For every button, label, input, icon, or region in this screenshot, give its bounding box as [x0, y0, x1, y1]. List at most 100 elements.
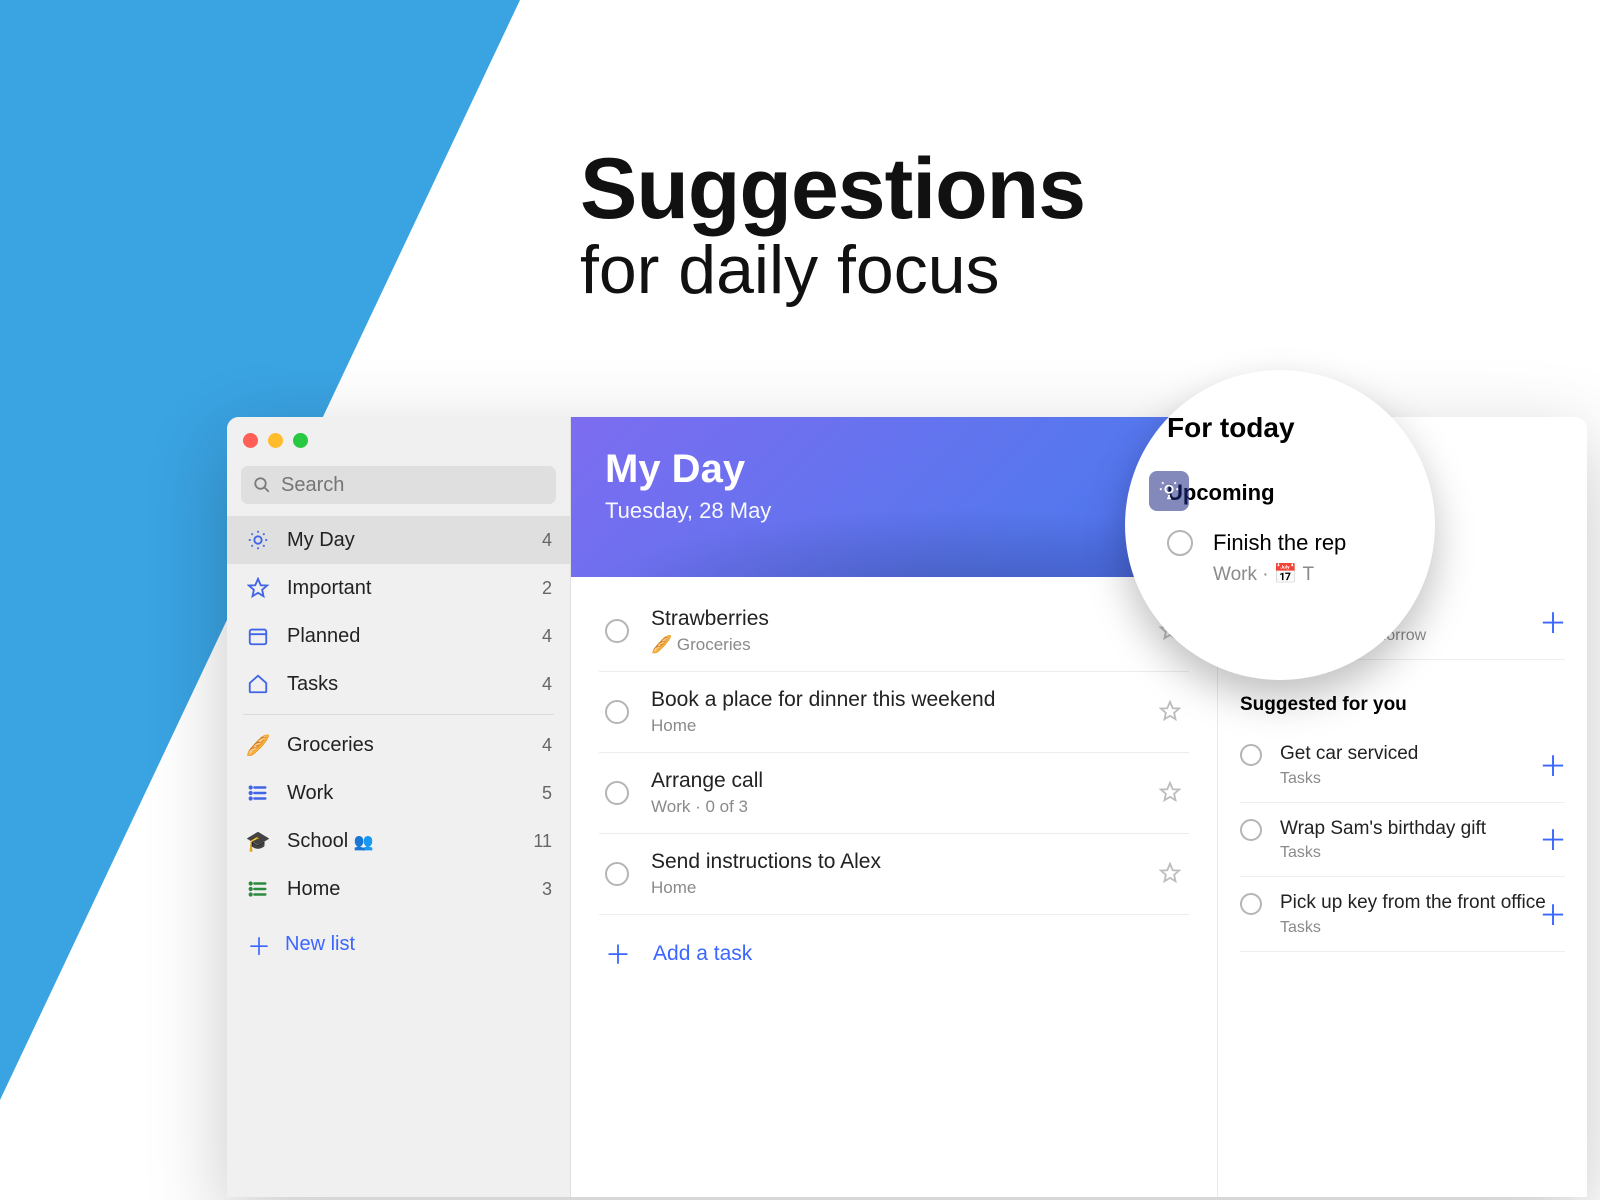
sidebar-item-count: 4 — [542, 530, 552, 551]
sidebar-item-count: 11 — [533, 831, 552, 852]
header: My Day Tuesday, 28 May — [571, 417, 1217, 577]
sidebar-item-label: Tasks — [287, 673, 542, 696]
sidebar-item-label: Important — [287, 577, 542, 600]
page-title: My Day — [605, 447, 1183, 492]
task-checkbox — [1167, 530, 1193, 556]
task-title: Arrange call — [651, 769, 1159, 793]
smart-lists: My Day 4 Important 2 Planned 4 — [227, 516, 570, 913]
task-checkbox[interactable] — [1240, 893, 1262, 915]
sidebar-item-count: 4 — [542, 626, 552, 647]
add-task-label: Add a task — [653, 942, 752, 966]
close-icon[interactable] — [243, 433, 258, 448]
sidebar-item-tasks[interactable]: Tasks 4 — [227, 660, 570, 708]
suggestion-row[interactable]: Wrap Sam's birthday gift Tasks ＋ — [1240, 803, 1565, 878]
sidebar-item-planned[interactable]: Planned 4 — [227, 612, 570, 660]
graduation-emoji-icon: 🎓 — [245, 828, 271, 854]
bubble-section: Upcoming — [1167, 480, 1405, 506]
task-checkbox[interactable] — [605, 700, 629, 724]
new-list-label: New list — [285, 933, 355, 956]
suggestion-row[interactable]: Get car serviced Tasks ＋ — [1240, 728, 1565, 803]
suggestions-button[interactable] — [1149, 471, 1189, 511]
suggestion-row[interactable]: Pick up key from the front office Tasks … — [1240, 877, 1565, 952]
task-checkbox[interactable] — [605, 781, 629, 805]
sidebar-item-groceries[interactable]: 🥖 Groceries 4 — [227, 721, 570, 769]
shared-icon: 👥 — [354, 834, 374, 851]
task-checkbox[interactable] — [1240, 744, 1262, 766]
sidebar-item-work[interactable]: Work 5 — [227, 769, 570, 817]
star-icon[interactable] — [1159, 781, 1183, 805]
bubble-title: For today — [1167, 412, 1405, 444]
plus-icon[interactable]: ＋ — [1539, 894, 1567, 934]
new-list-button[interactable]: ＋ New list — [227, 913, 570, 976]
task-sublabel: Home — [651, 878, 1159, 898]
minimize-icon[interactable] — [268, 433, 283, 448]
sun-icon — [245, 527, 271, 553]
magnified-suggestions: For today Upcoming Finish the rep Work ·… — [1125, 370, 1435, 680]
sidebar-item-count: 5 — [542, 783, 552, 804]
bubble-item-sub: Work · 📅 T — [1213, 562, 1346, 586]
hero-text: Suggestions for daily focus — [580, 140, 1085, 309]
bubble-item-title: Finish the rep — [1213, 530, 1346, 556]
sidebar-item-count: 4 — [542, 735, 552, 756]
search-input[interactable] — [281, 474, 546, 497]
main-area: My Day Tuesday, 28 May Strawberries 🥖 Gr… — [571, 417, 1217, 1197]
star-icon — [245, 575, 271, 601]
task-title: Send instructions to Alex — [651, 850, 1159, 874]
sidebar-item-home[interactable]: Home 3 — [227, 865, 570, 913]
plus-icon[interactable]: ＋ — [1539, 602, 1567, 642]
task-title: Strawberries — [651, 607, 1159, 631]
bread-emoji-icon: 🥖 — [245, 732, 271, 758]
sidebar-divider — [243, 714, 554, 715]
sidebar-item-my-day[interactable]: My Day 4 — [227, 516, 570, 564]
fullscreen-icon[interactable] — [293, 433, 308, 448]
task-sublabel: 🥖 Groceries — [651, 635, 1159, 655]
sidebar-item-count: 2 — [542, 578, 552, 599]
add-task-button[interactable]: ＋ Add a task — [599, 915, 1189, 992]
plus-icon[interactable]: ＋ — [1539, 745, 1567, 785]
task-checkbox[interactable] — [605, 862, 629, 886]
suggestion-title: Pick up key from the front office — [1280, 891, 1565, 915]
suggestion-title: Get car serviced — [1280, 742, 1565, 766]
plus-icon: ＋ — [605, 935, 631, 972]
task-row[interactable]: Strawberries 🥖 Groceries — [599, 591, 1189, 672]
calendar-icon — [245, 623, 271, 649]
sidebar-item-important[interactable]: Important 2 — [227, 564, 570, 612]
task-title: Book a place for dinner this weekend — [651, 688, 1159, 712]
list-icon — [245, 780, 271, 806]
sidebar-item-count: 3 — [542, 879, 552, 900]
sidebar-item-school[interactable]: 🎓 School 👥 11 — [227, 817, 570, 865]
page-date: Tuesday, 28 May — [605, 498, 1183, 524]
sidebar-item-count: 4 — [542, 674, 552, 695]
task-row[interactable]: Book a place for dinner this weekend Hom… — [599, 672, 1189, 753]
sidebar-item-label: Planned — [287, 625, 542, 648]
task-checkbox[interactable] — [1240, 819, 1262, 841]
sidebar: My Day 4 Important 2 Planned 4 — [227, 417, 571, 1197]
search-icon — [253, 476, 271, 494]
suggestion-title: Wrap Sam's birthday gift — [1280, 817, 1565, 841]
suggestion-sublabel: Tasks — [1280, 844, 1565, 862]
task-row[interactable]: Arrange call Work · 0 of 3 — [599, 753, 1189, 834]
window-controls — [227, 427, 570, 462]
task-list: Strawberries 🥖 Groceries Book a place fo… — [571, 577, 1217, 992]
task-sublabel: Home — [651, 716, 1159, 736]
sidebar-item-label: My Day — [287, 529, 542, 552]
star-icon[interactable] — [1159, 700, 1183, 724]
plus-icon: ＋ — [247, 927, 271, 962]
task-checkbox[interactable] — [605, 619, 629, 643]
task-sublabel: Work · 0 of 3 — [651, 797, 1159, 817]
suggestion-sublabel: Tasks — [1280, 919, 1565, 937]
plus-icon[interactable]: ＋ — [1539, 819, 1567, 859]
search-field[interactable] — [241, 466, 556, 504]
suggestion-sublabel: Tasks — [1280, 770, 1565, 788]
sidebar-item-label: Home — [287, 878, 542, 901]
star-icon[interactable] — [1159, 862, 1183, 886]
suggested-heading: Suggested for you — [1240, 694, 1565, 716]
home-icon — [245, 671, 271, 697]
sidebar-item-label: Work — [287, 782, 542, 805]
bubble-item: Finish the rep Work · 📅 T — [1167, 530, 1405, 586]
hero-subtitle: for daily focus — [580, 231, 1085, 309]
sidebar-item-label: Groceries — [287, 734, 542, 757]
task-row[interactable]: Send instructions to Alex Home — [599, 834, 1189, 915]
list-icon — [245, 876, 271, 902]
sidebar-item-label: School 👥 — [287, 830, 533, 853]
